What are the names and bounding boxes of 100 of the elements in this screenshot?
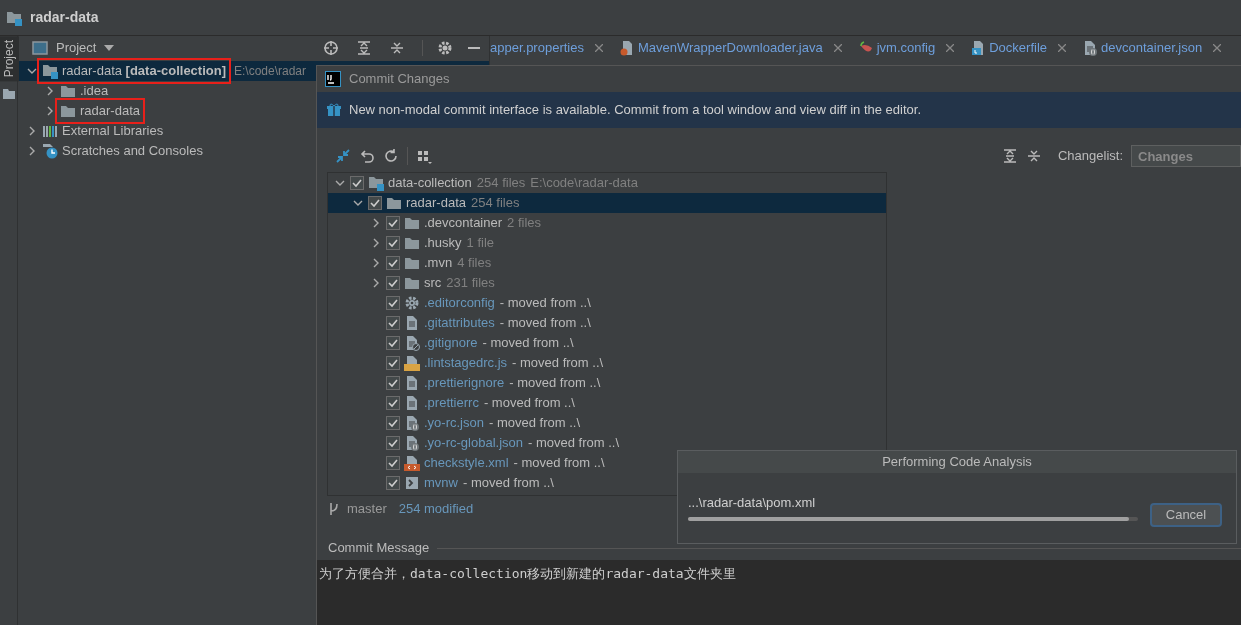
file-name[interactable]: .yo-rc.json [424,413,484,433]
file-name[interactable]: checkstyle.xml [424,453,509,473]
collapse-all-icon[interactable] [389,40,405,56]
changelist-field[interactable]: Changes [1131,145,1241,167]
window-icon [32,41,48,55]
close-icon[interactable] [594,44,603,52]
chevron-down-icon[interactable] [27,66,37,76]
file-count: 254 files [471,194,520,213]
editor-tab[interactable]: Dockerfile [962,36,1075,60]
folder-icon [60,104,76,118]
file-name[interactable]: src [424,273,442,293]
checkbox[interactable] [386,416,400,430]
checkbox[interactable] [386,316,400,330]
folder-icon [404,256,420,270]
tree-item-label[interactable]: .idea [80,81,109,101]
tree-item-label[interactable]: Scratches and Consoles [62,141,203,161]
editor-tab[interactable]: jvm.config [849,36,963,60]
branch-icon [329,502,339,516]
move-arrows-icon[interactable] [335,148,351,164]
expand-all-icon[interactable] [356,40,372,56]
file-path: ...\radar-data\pom.xml [688,493,817,512]
file-name[interactable]: .lintstagedrc.js [424,353,508,373]
file-name[interactable]: .editorconfig [424,293,495,313]
app-logo-icon [325,71,341,87]
checkbox[interactable] [386,356,400,370]
file-count: 1 file [466,234,495,253]
checkbox[interactable] [386,456,400,470]
commit-message-field[interactable]: 为了方便合并，data-collection移动到新建的radar-data文件夹里 [317,560,1241,625]
editor-tab[interactable]: MavenWrapperDownloader.java [610,36,850,60]
refresh-icon[interactable] [383,148,399,164]
collapse-all-icon[interactable] [1025,148,1042,164]
editor-tab[interactable]: apper.properties [490,36,611,60]
checkbox[interactable] [386,476,400,490]
checkbox[interactable] [386,436,400,450]
folder-icon [404,276,420,290]
dialog-title: Commit Changes [349,70,450,89]
checkbox[interactable] [386,236,400,250]
file-count: 2 files [507,214,542,233]
checkbox[interactable] [386,296,400,310]
java-file-icon [618,40,635,56]
expand-all-icon[interactable] [1001,148,1018,164]
checkbox[interactable] [386,256,400,270]
undo-icon[interactable] [359,148,375,164]
tree-item-label[interactable]: radar-data [data-collection] [62,61,226,81]
checkbox[interactable] [368,196,382,210]
move-note: - moved from ..\ [512,354,604,373]
document-icon [404,315,420,331]
folder-icon [404,216,420,230]
tool-window-tab[interactable]: Project [0,36,19,82]
terminal-icon [404,475,420,491]
file-count: 231 files [446,274,495,293]
file-name[interactable]: .husky [424,233,462,253]
tree-item-label[interactable]: radar-data [80,101,140,121]
file-name[interactable]: mvnw [424,473,458,493]
path-label: E:\code\radar [234,63,307,80]
module-folder-icon [42,63,58,79]
settings-icon[interactable] [437,40,453,56]
file-count: 254 files [476,174,526,193]
file-name[interactable]: .mvn [424,253,453,273]
view-selector[interactable]: Project [32,38,115,58]
file-name[interactable]: data-collection [388,173,472,193]
move-note: - moved from ..\ [499,294,591,313]
checkbox[interactable] [350,176,364,190]
folder-icon [60,84,76,98]
library-icon [42,124,58,138]
file-name[interactable]: .prettierrc [424,393,479,413]
section-label: Commit Message [328,539,430,558]
file-name[interactable]: radar-data [406,193,466,213]
caret-down-icon [104,45,115,51]
editor-tab[interactable]: devcontainer.json [1074,36,1230,60]
checkbox[interactable] [386,396,400,410]
close-icon[interactable] [833,44,842,52]
document-icon [404,375,420,391]
file-name[interactable]: .gitignore [424,333,478,353]
modified-link[interactable]: 254 modified [398,499,474,519]
folder-icon [2,89,15,100]
group-by-icon[interactable] [416,148,432,164]
changelist-label: Changelist: [1057,147,1123,166]
checkbox[interactable] [386,336,400,350]
checkbox[interactable] [386,216,400,230]
file-name[interactable]: .gitattributes [424,313,495,333]
close-icon[interactable] [1058,44,1067,52]
banner-message: New non-modal commit interface is available. Commit from a tool window and view diff in the editor. [349,101,921,120]
move-note: - moved from ..\ [509,374,601,393]
move-note: - moved from ..\ [513,454,605,473]
close-icon[interactable] [946,44,955,52]
close-icon[interactable] [1213,44,1222,52]
ignored-file-icon [404,335,420,351]
tree-item-label[interactable]: External Libraries [62,121,164,141]
file-name[interactable]: .yo-rc-global.json [424,433,523,453]
checkbox[interactable] [386,376,400,390]
file-name[interactable]: .prettierignore [424,373,505,393]
move-note: - moved from ..\ [528,434,620,453]
cancel-button[interactable]: Cancel [1150,503,1222,527]
branch-label: master [347,500,387,519]
file-name[interactable]: .devcontainer [424,213,503,233]
module-folder-icon [6,9,22,26]
checkbox[interactable] [386,276,400,290]
move-note: - moved from ..\ [462,474,554,493]
locate-icon[interactable] [323,40,339,56]
